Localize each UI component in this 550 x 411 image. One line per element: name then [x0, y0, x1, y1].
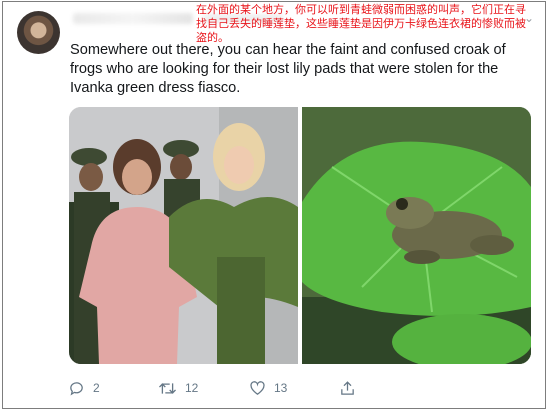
reply-button[interactable]: 2 — [68, 379, 100, 397]
photo-left[interactable] — [69, 107, 298, 364]
tweet-text: Somewhere out there, you can hear the fa… — [70, 42, 506, 96]
photo-right[interactable] — [302, 107, 531, 364]
like-count: 13 — [274, 381, 288, 395]
photo-frog-lily-pad — [302, 107, 531, 364]
avatar[interactable] — [17, 11, 60, 54]
photo-women-dresses — [69, 107, 298, 364]
reply-count: 2 — [93, 381, 100, 395]
retweet-button[interactable]: 12 — [158, 379, 198, 397]
heart-icon — [250, 380, 265, 395]
retweet-count: 12 — [185, 381, 199, 395]
share-icon — [341, 380, 354, 395]
media-grid — [69, 107, 531, 364]
redacted-display-name — [73, 13, 193, 24]
share-button[interactable] — [339, 379, 356, 397]
tweet-actions: 2 12 13 — [68, 379, 388, 397]
like-button[interactable]: 13 — [249, 379, 287, 397]
retweet-icon — [158, 382, 177, 394]
reply-icon — [70, 381, 83, 396]
chinese-translation-overlay: 在外面的某个地方，你可以听到青蛙微弱而困惑的叫声，它们正在寻找自己丢失的睡莲垫，… — [196, 3, 526, 44]
